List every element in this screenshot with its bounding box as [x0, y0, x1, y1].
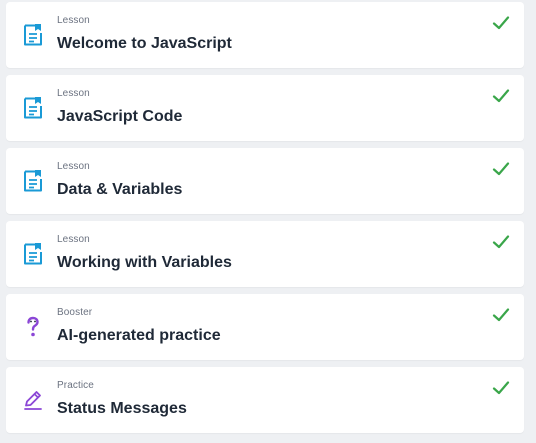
course-item[interactable]: Practice Status Messages	[6, 367, 524, 433]
item-type-label: Booster	[57, 307, 93, 318]
item-type-label: Lesson	[57, 161, 90, 172]
item-title: AI-generated practice	[57, 327, 221, 344]
lesson-document-icon	[22, 242, 44, 266]
checkmark-icon	[492, 233, 510, 251]
course-item[interactable]: Booster AI-generated practice	[6, 294, 524, 360]
checkmark-icon	[492, 87, 510, 105]
lesson-document-icon	[22, 96, 44, 120]
item-title: Data & Variables	[57, 181, 183, 198]
question-mark-icon	[22, 315, 44, 339]
item-type-label: Practice	[57, 380, 94, 391]
pencil-icon	[22, 388, 44, 412]
course-item[interactable]: Lesson Welcome to JavaScript	[6, 2, 524, 68]
item-type-label: Lesson	[57, 15, 90, 26]
checkmark-icon	[492, 160, 510, 178]
checkmark-icon	[492, 306, 510, 324]
item-title: JavaScript Code	[57, 108, 183, 125]
lesson-document-icon	[22, 23, 44, 47]
checkmark-icon	[492, 379, 510, 397]
item-type-label: Lesson	[57, 88, 90, 99]
checkmark-icon	[492, 14, 510, 32]
course-item[interactable]: Lesson Working with Variables	[6, 221, 524, 287]
course-item-list: Lesson Welcome to JavaScript Lesson Java…	[6, 2, 524, 440]
lesson-document-icon	[22, 169, 44, 193]
course-item[interactable]: Lesson Data & Variables	[6, 148, 524, 214]
item-title: Status Messages	[57, 400, 187, 417]
item-title: Welcome to JavaScript	[57, 35, 232, 52]
course-item[interactable]: Lesson JavaScript Code	[6, 75, 524, 141]
item-type-label: Lesson	[57, 234, 90, 245]
item-title: Working with Variables	[57, 254, 232, 271]
